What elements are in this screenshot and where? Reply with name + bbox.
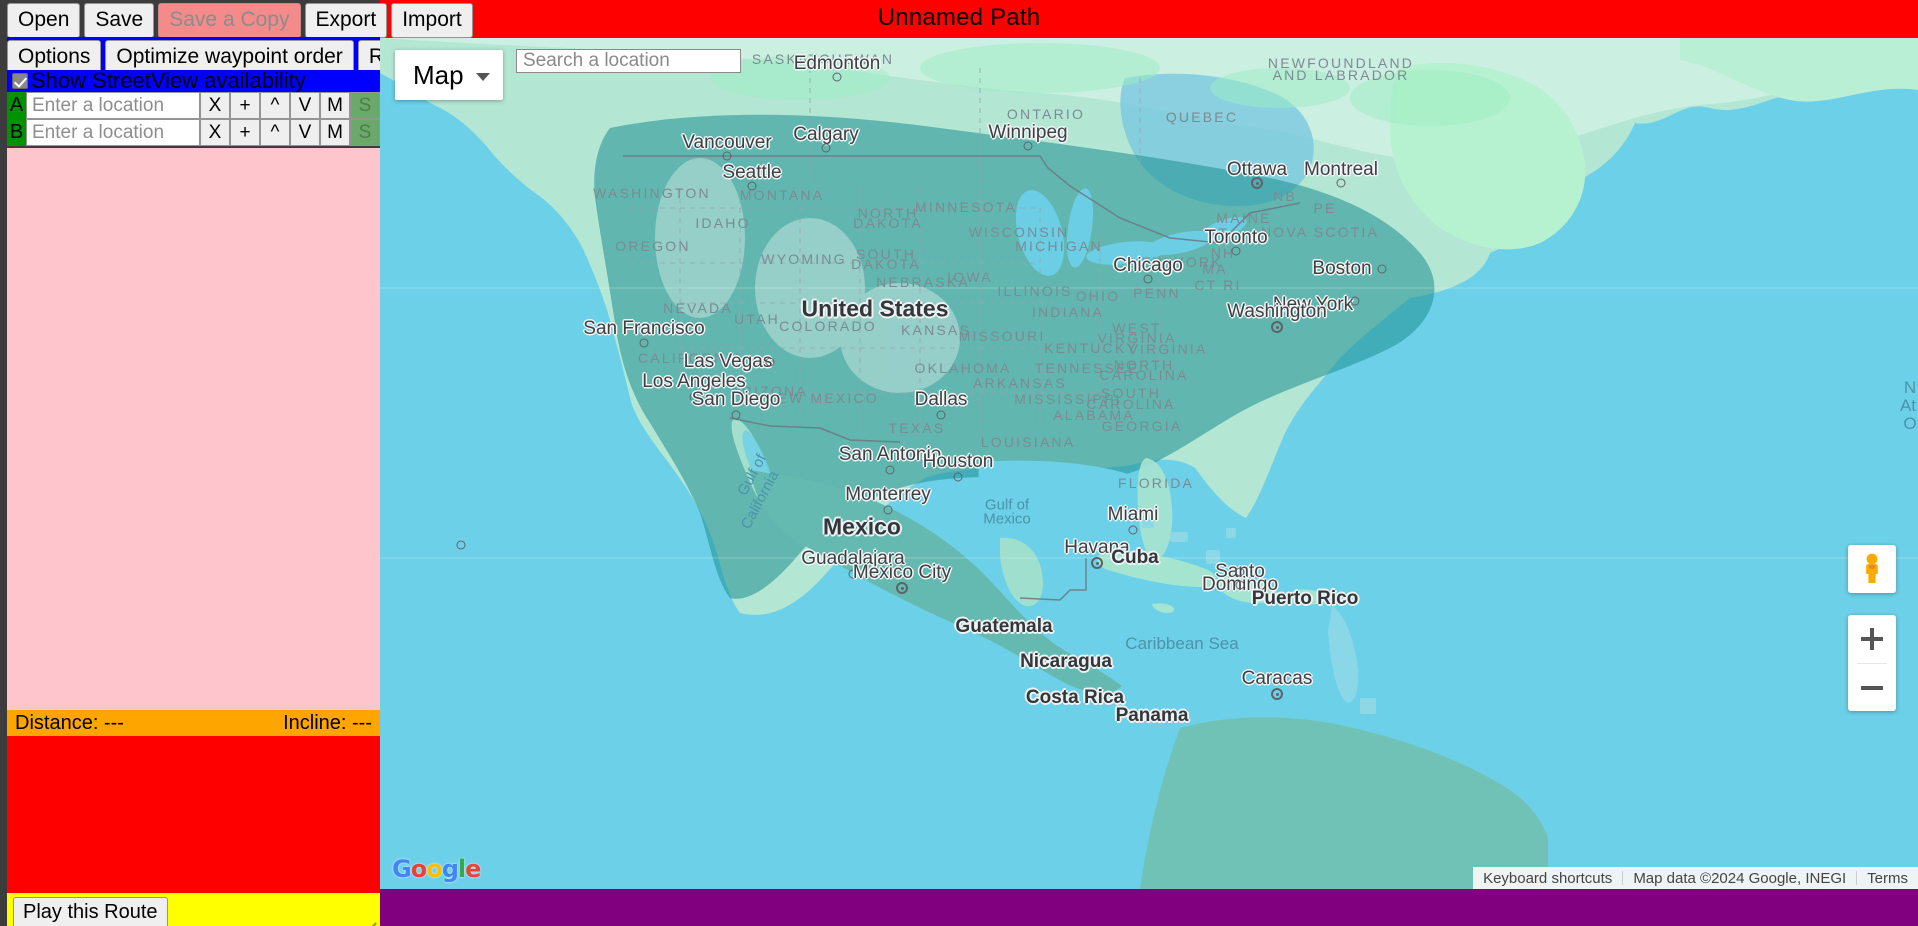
waypoint-marker-button-a[interactable]: M [320, 92, 350, 119]
stats-bar: Distance: --- Incline: --- [7, 710, 380, 736]
save-a-copy-button[interactable]: Save a Copy [158, 3, 301, 38]
map-viewport[interactable]: SASKATCHEWAN ONTARIO QUEBEC NEWFOUNDLAND AND… [380, 38, 1918, 889]
chevron-down-icon [475, 73, 490, 81]
incline-value: Incline: --- [283, 711, 372, 734]
waypoint-add-button-a[interactable]: + [230, 92, 260, 119]
panel-footer: Play this Route [7, 893, 380, 926]
waypoint-move-down-button-a[interactable]: V [290, 92, 320, 119]
waypoint-letter-a: A [7, 92, 26, 119]
search-input[interactable] [516, 49, 741, 73]
pegman-streetview-icon[interactable] [1848, 545, 1896, 593]
show-streetview-availability-row[interactable]: Show StreetView availability [7, 70, 380, 92]
save-button[interactable]: Save [84, 3, 155, 38]
import-button[interactable]: Import [391, 3, 473, 38]
bottom-status-strip [380, 889, 1918, 926]
export-button[interactable]: Export [304, 3, 388, 38]
map-type-button[interactable]: Map [395, 50, 503, 100]
elevation-chart-area [7, 736, 380, 893]
waypoint-streetview-button-b[interactable]: S [350, 119, 380, 146]
panel-resize-handle[interactable] [362, 910, 377, 926]
waypoint-add-button-b[interactable]: + [230, 119, 260, 146]
zoom-in-button[interactable] [1848, 615, 1896, 663]
logo-letter-e: e [465, 855, 481, 883]
streetview-label: Show StreetView availability [31, 68, 306, 93]
logo-letter-o1: o [410, 855, 427, 883]
map-attribution: Keyboard shortcuts Map data ©2024 Google… [1473, 867, 1918, 889]
app-window: Unnamed Path Open Save Save a Copy Expor… [0, 0, 1918, 926]
left-panel-inner: Open Save Save a Copy Export Import Opti… [7, 0, 473, 926]
terms-link[interactable]: Terms [1857, 870, 1918, 887]
open-button[interactable]: Open [7, 3, 81, 38]
keyboard-shortcuts-link[interactable]: Keyboard shortcuts [1473, 870, 1622, 887]
waypoint-move-up-button-b[interactable]: ^ [260, 119, 290, 146]
waypoint-remove-button-b[interactable]: X [200, 119, 230, 146]
waypoint-input-a[interactable] [26, 92, 200, 119]
play-this-route-button[interactable]: Play this Route [13, 897, 168, 926]
zoom-out-button[interactable] [1848, 664, 1896, 712]
logo-letter-g: G [392, 855, 412, 883]
waypoint-streetview-button-a[interactable]: S [350, 92, 380, 119]
waypoint-input-b[interactable] [26, 119, 200, 146]
route-list-area [7, 148, 380, 710]
google-logo: Google [392, 855, 481, 883]
streetview-checkbox[interactable] [12, 73, 28, 89]
waypoint-list: A X+^VMS B X+^VMS [7, 92, 380, 146]
waypoint-remove-button-a[interactable]: X [200, 92, 230, 119]
logo-letter-o2: o [426, 855, 442, 883]
waypoint-letter-b: B [7, 119, 26, 146]
waypoint-marker-button-b[interactable]: M [320, 119, 350, 146]
logo-letter-g2: g [441, 855, 459, 883]
waypoint-move-up-button-a[interactable]: ^ [260, 92, 290, 119]
waypoint-row: B X+^VMS [7, 119, 380, 146]
map-tiles [380, 38, 1918, 889]
map-type-label: Map [413, 59, 464, 90]
zoom-controls [1848, 615, 1896, 711]
distance-value: Distance: --- [15, 711, 124, 734]
waypoint-row: A X+^VMS [7, 92, 380, 119]
map-data-copyright: Map data ©2024 Google, INEGI [1633, 869, 1847, 887]
pegman-glyph [1866, 553, 1878, 583]
waypoint-move-down-button-b[interactable]: V [290, 119, 320, 146]
file-toolbar: Open Save Save a Copy Export Import [7, 0, 473, 38]
left-panel: Open Save Save a Copy Export Import Opti… [0, 0, 473, 926]
